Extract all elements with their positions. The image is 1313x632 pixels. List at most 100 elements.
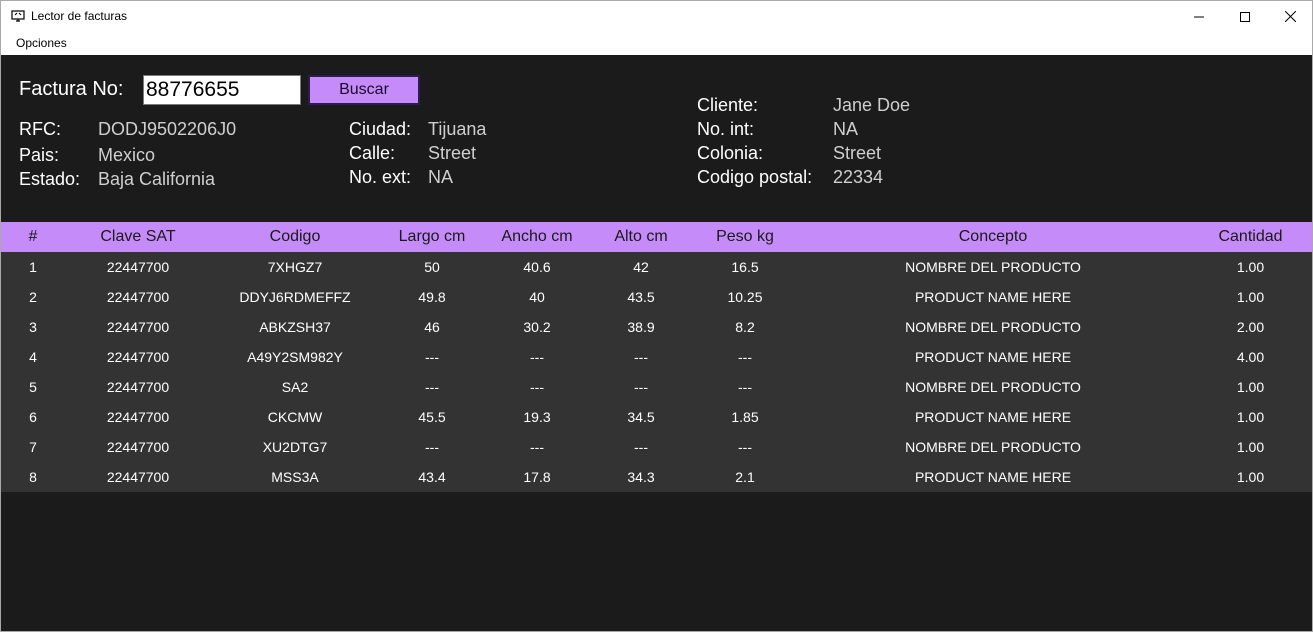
table-cell: 40 [529,289,545,305]
table-cell: 4.00 [1236,349,1265,365]
no-ext-label: No. ext: [349,167,412,187]
table-cell: 46 [424,319,440,335]
table-cell: NOMBRE DEL PRODUCTO [905,439,1081,455]
buscar-button[interactable]: Buscar [308,75,420,105]
table-cell: PRODUCT NAME HERE [914,289,1072,305]
cp-value: 22334 [833,167,884,187]
table-cell: 1.00 [1236,439,1265,455]
table-cell: XU2DTG7 [262,439,328,455]
table-cell: 1.00 [1236,289,1265,305]
table-cell: 2 [29,289,37,305]
estado-value: Baja California [98,169,216,189]
table-cell: 50 [424,259,440,275]
table-cell: 42 [633,259,649,275]
cliente-label: Cliente: [697,95,759,115]
table-cell: 1.85 [731,409,759,425]
table-cell: NOMBRE DEL PRODUCTO [905,259,1081,275]
calle-label: Calle: [349,143,396,163]
table-row[interactable]: 1 22447700 7XHGZ7 50 40.6 42 16.5 NOMBRE… [1,252,1312,282]
column-header-clave-sat[interactable]: Clave SAT [65,222,211,252]
colonia-value: Street [833,143,882,163]
table-cell: SA2 [281,379,309,395]
table-cell: 22447700 [106,439,170,455]
table-cell: 2.1 [735,469,755,485]
close-button[interactable] [1267,1,1312,32]
table-cell: --- [530,439,544,455]
ciudad-value: Tijuana [428,119,487,139]
table-cell: 22447700 [106,289,170,305]
table-cell: 22447700 [106,259,170,275]
table-cell: --- [738,379,752,395]
table-cell: 30.2 [523,319,551,335]
table-cell: 45.5 [418,409,446,425]
table-cell: --- [634,349,648,365]
table-cell: 5 [29,379,37,395]
table-header-row: # Clave SAT Codigo Largo cm Ancho cm Alt… [1,222,1312,252]
table-cell: 43.5 [627,289,655,305]
column-header-concepto[interactable]: Concepto [797,222,1189,252]
table-row[interactable]: 5 22447700 SA2 --- --- --- --- NOMBRE DE… [1,372,1312,402]
table-row[interactable]: 8 22447700 MSS3A 43.4 17.8 34.3 2.1 PROD… [1,462,1312,492]
table-cell: --- [530,349,544,365]
table-cell: 19.3 [523,409,551,425]
column-header-alto[interactable]: Alto cm [589,222,693,252]
factura-input[interactable] [143,75,301,105]
minimize-button[interactable] [1176,1,1222,32]
maximize-icon [1240,11,1250,22]
column-header-index[interactable]: # [1,222,65,252]
table-cell: 22447700 [106,379,170,395]
table-cell: --- [634,379,648,395]
column-header-cantidad[interactable]: Cantidad [1189,222,1312,252]
table-cell: DDYJ6RDMEFFZ [239,289,351,305]
pais-value: Mexico [98,145,156,165]
table-cell: 1.00 [1236,259,1265,275]
table-cell: 22447700 [106,469,170,485]
table-cell: 8 [29,469,37,485]
products-table: # Clave SAT Codigo Largo cm Ancho cm Alt… [1,222,1312,492]
table-row[interactable]: 4 22447700 A49Y2SM982Y --- --- --- --- P… [1,342,1312,372]
table-cell: 49.8 [418,289,446,305]
rfc-label: RFC: [19,119,61,139]
column-header-peso[interactable]: Peso kg [693,222,797,252]
table-cell: 3 [29,319,37,335]
table-cell: 38.9 [627,319,655,335]
estado-label: Estado: [19,169,81,189]
table-cell: A49Y2SM982Y [247,349,343,365]
table-cell: 22447700 [106,409,170,425]
table-row[interactable]: 3 22447700 ABKZSH37 46 30.2 38.9 8.2 NOM… [1,312,1312,342]
column-header-codigo[interactable]: Codigo [211,222,379,252]
maximize-button[interactable] [1222,1,1268,32]
column-header-largo[interactable]: Largo cm [379,222,485,252]
minimize-icon [1194,12,1204,22]
table-cell: CKCMW [267,409,323,425]
table-cell: 22447700 [106,319,170,335]
table-cell: 7 [29,439,37,455]
table-cell: 22447700 [106,349,170,365]
table-row[interactable]: 2 22447700 DDYJ6RDMEFFZ 49.8 40 43.5 10.… [1,282,1312,312]
title-bar[interactable]: Lector de facturas [1,1,1312,32]
no-int-label: No. int: [697,119,755,139]
table-cell: --- [425,439,439,455]
table-cell: 7XHGZ7 [267,259,323,275]
table-cell: 17.8 [523,469,551,485]
colonia-label: Colonia: [697,143,764,163]
table-cell: 1.00 [1236,469,1265,485]
column-header-ancho[interactable]: Ancho cm [485,222,589,252]
menu-item-opciones[interactable]: Opciones [9,36,74,50]
rfc-value: DODJ9502206J0 [98,119,237,139]
table-cell: 34.3 [627,469,655,485]
table-cell: --- [425,349,439,365]
table-cell: PRODUCT NAME HERE [914,409,1072,425]
table-cell: --- [425,379,439,395]
table-cell: 1.00 [1236,379,1265,395]
table-row[interactable]: 6 22447700 CKCMW 45.5 19.3 34.5 1.85 PRO… [1,402,1312,432]
table-cell: NOMBRE DEL PRODUCTO [905,379,1081,395]
close-icon [1284,11,1296,22]
app-window: Lector de facturas Opciones Factura No: … [0,0,1313,632]
cp-label: Codigo postal: [697,167,813,187]
ciudad-label: Ciudad: [349,119,412,139]
table-cell: 6 [29,409,37,425]
table-cell: 43.4 [418,469,446,485]
table-row[interactable]: 7 22447700 XU2DTG7 --- --- --- --- NOMBR… [1,432,1312,462]
table-cell: 16.5 [731,259,759,275]
